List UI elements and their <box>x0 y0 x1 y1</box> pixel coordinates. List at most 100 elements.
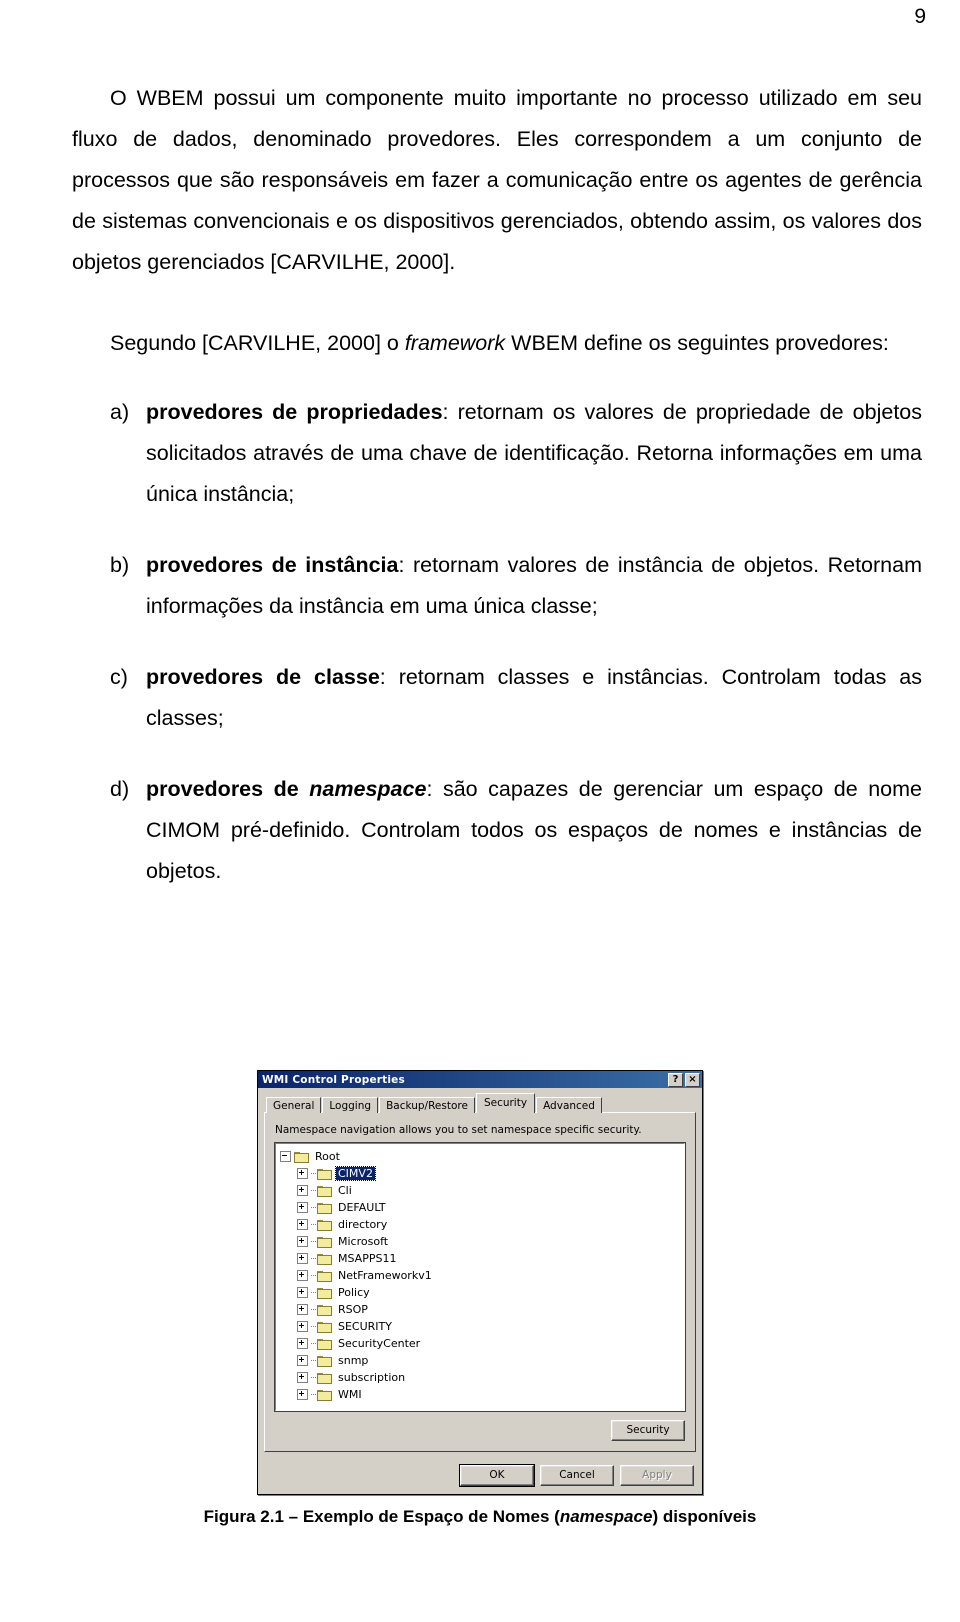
expand-plus-icon[interactable] <box>297 1389 308 1400</box>
tree-node-label: directory <box>338 1218 388 1231</box>
expand-plus-icon[interactable] <box>297 1185 308 1196</box>
paragraph-segundo-part2: WBEM define os seguintes provedores: <box>505 331 889 355</box>
tree-node-securitycenter[interactable]: SecurityCenter <box>280 1335 682 1352</box>
expand-plus-icon[interactable] <box>297 1338 308 1349</box>
tree-node-security[interactable]: SECURITY <box>280 1318 682 1335</box>
list-item-text: provedores de instância: retornam valore… <box>146 545 922 627</box>
dialog-footer: OK Cancel Apply <box>258 1458 702 1494</box>
cancel-button[interactable]: Cancel <box>540 1465 614 1486</box>
tree-node-netframeworkv1[interactable]: NetFrameworkv1 <box>280 1267 682 1284</box>
wmi-control-properties-dialog: WMI Control Properties ? × General Loggi… <box>257 1070 703 1495</box>
expand-plus-icon[interactable] <box>297 1355 308 1366</box>
expand-plus-icon[interactable] <box>297 1287 308 1298</box>
close-icon[interactable]: × <box>685 1072 700 1087</box>
list-item: b) provedores de instância: retornam val… <box>110 545 922 627</box>
folder-icon <box>317 1338 332 1350</box>
tab-security[interactable]: Security <box>475 1093 536 1113</box>
list-item-text: provedores de namespace: são capazes de … <box>146 769 922 892</box>
panel-description: Namespace navigation allows you to set n… <box>275 1124 642 1136</box>
tree-connector <box>311 1342 316 1345</box>
tab-logging[interactable]: Logging <box>322 1097 379 1113</box>
panel-button-row: Security <box>275 1420 685 1441</box>
tree-node-cimv2[interactable]: CIMV2 <box>280 1165 682 1182</box>
namespace-tree[interactable]: Root CIMV2 Cli DEFAULT directory Microso… <box>274 1142 686 1412</box>
tree-connector <box>311 1393 316 1396</box>
tree-node-label: snmp <box>338 1354 369 1367</box>
list-item: a) provedores de propriedades: retornam … <box>110 392 922 515</box>
tab-backup-restore[interactable]: Backup/Restore <box>379 1097 475 1113</box>
expand-plus-icon[interactable] <box>297 1321 308 1332</box>
tree-node-default[interactable]: DEFAULT <box>280 1199 682 1216</box>
tree-connector <box>311 1257 316 1260</box>
tree-node-label: Root <box>315 1150 340 1163</box>
expand-plus-icon[interactable] <box>297 1372 308 1383</box>
ok-button[interactable]: OK <box>459 1464 535 1487</box>
tree-connector <box>311 1308 316 1311</box>
figure-caption-part2: ) disponíveis <box>652 1507 757 1526</box>
folder-icon <box>317 1321 332 1333</box>
folder-icon <box>317 1304 332 1316</box>
tree-node-cli[interactable]: Cli <box>280 1182 682 1199</box>
tree-connector <box>311 1206 316 1209</box>
folder-icon <box>317 1372 332 1384</box>
expand-plus-icon[interactable] <box>297 1202 308 1213</box>
expand-plus-icon[interactable] <box>297 1270 308 1281</box>
apply-button: Apply <box>620 1465 694 1486</box>
tree-connector <box>311 1240 316 1243</box>
list-item-text: provedores de propriedades: retornam os … <box>146 392 922 515</box>
tab-strip: General Logging Backup/Restore Security … <box>264 1093 696 1113</box>
tree-connector <box>311 1291 316 1294</box>
folder-icon <box>317 1270 332 1282</box>
folder-icon <box>294 1151 309 1163</box>
tab-general[interactable]: General <box>266 1097 322 1113</box>
folder-icon <box>317 1253 332 1265</box>
collapse-minus-icon[interactable] <box>280 1151 291 1162</box>
security-button[interactable]: Security <box>611 1420 685 1441</box>
tree-connector <box>311 1376 316 1379</box>
list-item-marker: d) <box>110 777 130 801</box>
tab-advanced[interactable]: Advanced <box>536 1097 602 1113</box>
paragraph-segundo: Segundo [CARVILHE, 2000] o framework WBE… <box>72 323 922 364</box>
tree-node-wmi[interactable]: WMI <box>280 1386 682 1403</box>
document-body: O WBEM possui um componente muito import… <box>72 78 922 922</box>
help-icon[interactable]: ? <box>668 1072 683 1087</box>
tree-node-subscription[interactable]: subscription <box>280 1369 682 1386</box>
tree-node-root[interactable]: Root <box>280 1148 682 1165</box>
tree-node-label: SecurityCenter <box>338 1337 421 1350</box>
tree-node-msapps11[interactable]: MSAPPS11 <box>280 1250 682 1267</box>
list-item-term-italic: namespace <box>309 777 427 801</box>
list-item-term: provedores de <box>146 777 310 801</box>
folder-icon <box>317 1168 332 1180</box>
expand-plus-icon[interactable] <box>297 1304 308 1315</box>
tree-node-snmp[interactable]: snmp <box>280 1352 682 1369</box>
list-item-term: provedores de propriedades <box>146 400 443 424</box>
tree-node-label: subscription <box>338 1371 406 1384</box>
tree-node-label: RSOP <box>338 1303 368 1316</box>
list-item-marker: c) <box>110 665 128 689</box>
list-item-marker: b) <box>110 553 130 577</box>
tree-node-label: SECURITY <box>338 1320 392 1333</box>
list-item-term: provedores de classe <box>146 665 380 689</box>
expand-plus-icon[interactable] <box>297 1253 308 1264</box>
tree-node-label: CIMV2 <box>335 1166 376 1181</box>
figure-caption: Figura 2.1 – Exemplo de Espaço de Nomes … <box>204 1507 757 1527</box>
dialog-titlebar[interactable]: WMI Control Properties ? × <box>258 1071 702 1088</box>
paragraph-intro: O WBEM possui um componente muito import… <box>72 86 922 274</box>
expand-plus-icon[interactable] <box>297 1236 308 1247</box>
dialog-content: General Logging Backup/Restore Security … <box>258 1088 702 1458</box>
tree-node-directory[interactable]: directory <box>280 1216 682 1233</box>
tree-node-policy[interactable]: Policy <box>280 1284 682 1301</box>
paragraph-segundo-italic: framework <box>404 331 506 355</box>
tree-connector <box>311 1223 316 1226</box>
figure-caption-italic: namespace <box>559 1507 653 1526</box>
expand-plus-icon[interactable] <box>297 1168 308 1179</box>
expand-plus-icon[interactable] <box>297 1219 308 1230</box>
folder-icon <box>317 1236 332 1248</box>
tree-node-rsop[interactable]: RSOP <box>280 1301 682 1318</box>
tree-node-microsoft[interactable]: Microsoft <box>280 1233 682 1250</box>
folder-icon <box>317 1185 332 1197</box>
figure-caption-part1: Figura 2.1 – Exemplo de Espaço de Nomes … <box>203 1507 560 1526</box>
list-item-term: provedores de instância <box>146 553 399 577</box>
